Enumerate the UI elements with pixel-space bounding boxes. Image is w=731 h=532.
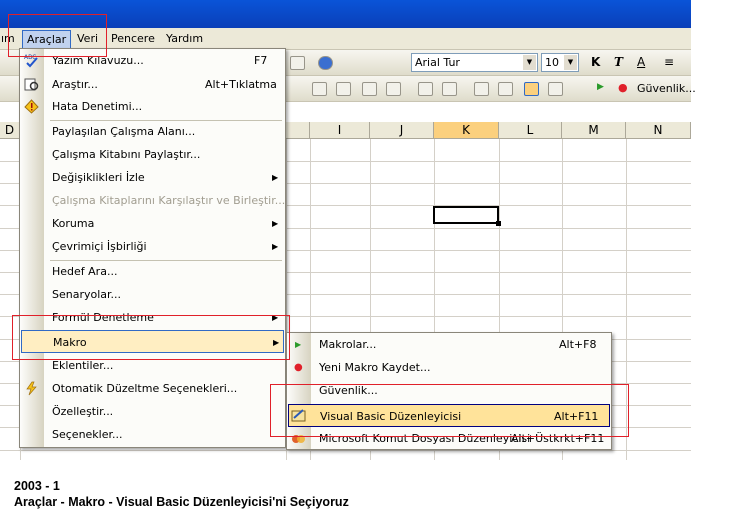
menu-item-shortcut: Alt+Tıklatma — [205, 78, 277, 91]
help-icon[interactable] — [318, 56, 333, 70]
record-macro-icon[interactable]: ● — [618, 81, 628, 94]
menu-item-label: Koruma — [52, 217, 95, 230]
menu-item-autocorrect[interactable]: Otomatik Düzeltme Seçenekleri... — [20, 377, 285, 400]
menu-item-online-collaboration[interactable]: Çevrimiçi İşbirliği ▶ — [20, 235, 285, 258]
menu-item-label: Araştır... — [52, 78, 98, 91]
font-size-box[interactable]: 10 ▼ — [541, 53, 579, 72]
menu-item-shared-workspace[interactable]: Paylaşılan Çalışma Alanı... — [20, 120, 285, 143]
chevron-down-icon[interactable]: ▼ — [564, 55, 577, 70]
bold-button[interactable]: K — [591, 55, 600, 69]
column-header-h[interactable] — [286, 122, 310, 139]
caption-line-2: Araçlar - Makro - Visual Basic Düzenleyi… — [14, 495, 349, 509]
italic-button[interactable]: T — [614, 55, 623, 69]
column-header-l[interactable]: L — [499, 122, 562, 139]
properties-icon[interactable] — [474, 82, 489, 96]
menu-item-protection[interactable]: Koruma ▶ — [20, 212, 285, 235]
caption: 2003 - 1 Araçlar - Makro - Visual Basic … — [14, 478, 349, 510]
active-cell[interactable] — [433, 206, 501, 226]
menu-item-label: Yeni Makro Kaydet... — [319, 361, 431, 374]
menu-item-research[interactable]: Araştır... Alt+Tıklatma — [20, 73, 285, 96]
chart-wizard-icon[interactable] — [290, 56, 305, 70]
menu-item-record-macro[interactable]: ● Yeni Makro Kaydet... — [287, 356, 611, 379]
menu-item-customize[interactable]: Özelleştir... — [20, 400, 285, 423]
grid-row-line — [0, 450, 691, 451]
menu-item-compare-merge: Çalışma Kitaplarını Karşılaştır ve Birle… — [20, 189, 285, 212]
toolbox-icon[interactable] — [548, 82, 563, 96]
menu-item-label: Paylaşılan Çalışma Alanı... — [52, 125, 196, 138]
menu-item-options[interactable]: Seçenekler... — [20, 423, 285, 446]
lightning-icon — [24, 381, 39, 396]
annotation-highlight-tools-menu — [8, 14, 107, 57]
submenu-arrow-icon: ▶ — [272, 219, 279, 228]
menu-item-goal-seek[interactable]: Hedef Ara... — [20, 260, 285, 283]
column-header-m[interactable]: M — [562, 122, 626, 139]
run-macro-icon: ▶ — [295, 340, 302, 349]
menu-item-label: Otomatik Düzeltme Seçenekleri... — [52, 382, 238, 395]
screenshot: { "menubar": { "items": [ {"label": "ım"… — [0, 0, 731, 532]
caption-line-1: 2003 - 1 — [14, 479, 60, 493]
menu-item-share-workbook[interactable]: Çalışma Kitabını Paylaştır... — [20, 143, 285, 166]
spin-control-icon[interactable] — [442, 82, 457, 96]
menu-item-label: Seçenekler... — [52, 428, 123, 441]
menu-item-label: Çalışma Kitaplarını Karşılaştır ve Birle… — [52, 194, 286, 207]
tools-menu: ABC Yazım Kılavuzu... F7 Araştır... Alt+… — [19, 48, 286, 448]
column-header-k[interactable]: K — [434, 122, 499, 139]
grid-toggle-icon[interactable] — [524, 82, 539, 96]
security-button[interactable]: Güvenlik... — [637, 82, 696, 95]
align-left-icon[interactable]: ≡ — [664, 55, 674, 69]
menu-item-shortcut: F7 — [254, 54, 268, 67]
form-control-icon[interactable] — [386, 82, 401, 96]
menu-item-label: Makrolar... — [319, 338, 377, 351]
scroll-control-icon[interactable] — [418, 82, 433, 96]
right-margin — [691, 0, 731, 460]
underline-button[interactable]: A — [637, 55, 645, 69]
column-header-i[interactable]: I — [310, 122, 370, 139]
record-macro-icon: ● — [294, 362, 303, 373]
form-control-icon[interactable] — [362, 82, 377, 96]
annotation-highlight-macro — [12, 315, 290, 360]
menu-item-error-checking[interactable]: Hata Denetimi... — [20, 95, 285, 118]
menu-item-label: Senaryolar... — [52, 288, 122, 301]
menu-item-label: Çevrimiçi İşbirliği — [52, 240, 147, 253]
research-icon — [24, 77, 39, 92]
annotation-highlight-vb-editor — [270, 384, 629, 437]
form-control-icon[interactable] — [336, 82, 351, 96]
menu-item-label: Hedef Ara... — [52, 265, 118, 278]
menu-item-scenarios[interactable]: Senaryolar... — [20, 283, 285, 306]
menu-item-track-changes[interactable]: Değişiklikleri İzle ▶ — [20, 166, 285, 189]
column-header-d[interactable]: D — [0, 122, 20, 139]
menu-item-label: Özelleştir... — [52, 405, 114, 418]
run-macro-icon[interactable]: ▶ — [597, 82, 604, 92]
chevron-down-icon[interactable]: ▼ — [523, 55, 536, 70]
menu-item-label: Çalışma Kitabını Paylaştır... — [52, 148, 201, 161]
warning-icon — [24, 99, 39, 114]
menu-item-label: Değişiklikleri İzle — [52, 171, 145, 184]
column-header-j[interactable]: J — [370, 122, 434, 139]
menu-item-shortcut: Alt+F8 — [559, 338, 597, 351]
submenu-arrow-icon: ▶ — [272, 242, 279, 251]
font-name-value: Arial Tur — [415, 56, 460, 69]
font-size-value: 10 — [545, 56, 559, 69]
code-icon[interactable] — [498, 82, 513, 96]
submenu-arrow-icon: ▶ — [272, 173, 279, 182]
column-header-n[interactable]: N — [626, 122, 691, 139]
font-name-box[interactable]: Arial Tur ▼ — [411, 53, 538, 72]
menu-item-label: Hata Denetimi... — [52, 100, 143, 113]
menu-item-help[interactable]: Yardım — [166, 32, 203, 45]
form-control-icon[interactable] — [312, 82, 327, 96]
menu-item-macros[interactable]: ▶ Makrolar... Alt+F8 — [287, 333, 611, 356]
menu-item-window[interactable]: Pencere — [111, 32, 155, 45]
